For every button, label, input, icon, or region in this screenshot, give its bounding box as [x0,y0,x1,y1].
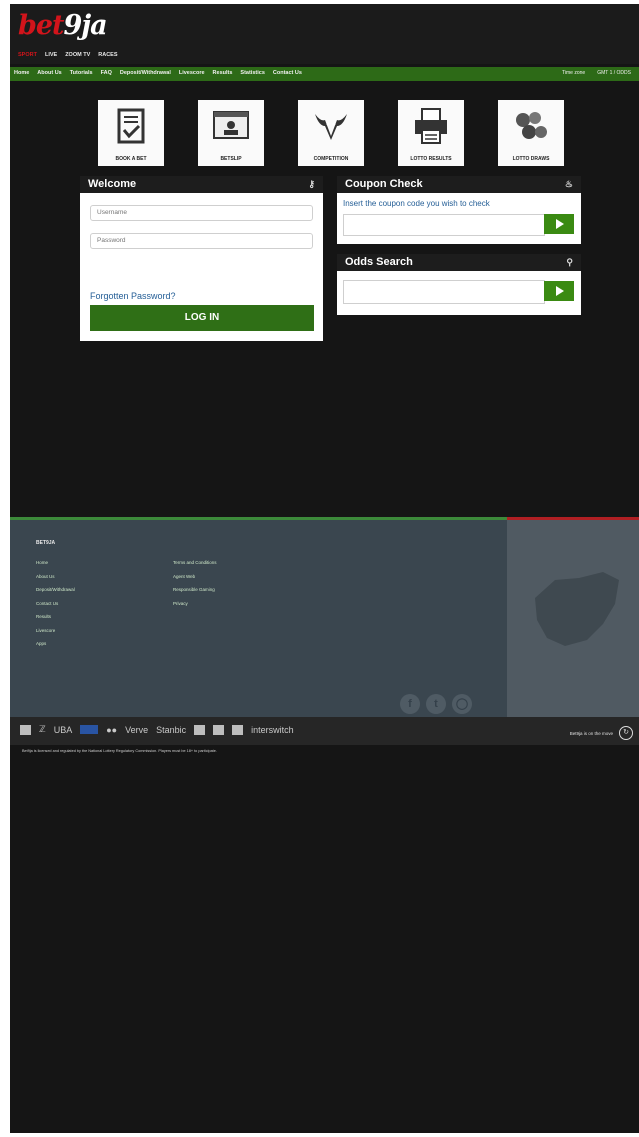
nigeria-map [507,520,639,717]
site-footer: BET9JA Home About Us Deposit/Withdrawal … [10,517,639,717]
footer-link[interactable]: Privacy [173,601,217,606]
forgot-password-link[interactable]: Forgotten Password? [90,291,176,301]
tile-lotto-results[interactable]: LOTTO RESULTS [398,100,464,166]
top-nav-live[interactable]: LIVE [45,52,57,58]
footer-divider-green [10,517,507,520]
quick-links: BOOK A BET BETSLIP COMPETITION LOTTO RES… [98,100,564,166]
odds-search-panel: Odds Search ⚲ [337,254,581,315]
password-field[interactable] [90,233,313,249]
footer-col-2: Terms and Conditions Agent Web Responsib… [173,560,217,606]
key-icon: ⚷ [308,179,315,189]
nigeria-map-icon [535,572,619,646]
odds-search-input[interactable] [343,280,545,304]
footer-link[interactable]: Livescore [36,628,75,633]
footer-col-1: Home About Us Deposit/Withdrawal Contact… [36,560,75,646]
top-nav-sport[interactable]: SPORT [18,52,37,58]
main-nav: Home About Us Tutorials FAQ Deposit/With… [10,67,639,81]
visa-logo [80,725,99,734]
coupon-code-input[interactable] [343,214,545,236]
footer-link[interactable]: Responsible Gaming [173,587,217,592]
footer-link[interactable]: Contact Us [36,601,75,606]
instagram-icon[interactable]: ◯ [452,694,472,714]
nav-deposit-withdrawal[interactable]: Deposit/Withdrawal [120,70,171,76]
payment-icons: ℤ UBA ●● Verve Stanbic interswitch [20,724,294,735]
login-panel-header: Welcome ⚷ [80,176,323,193]
footer-link[interactable]: Deposit/Withdrawal [36,587,75,592]
top-nav: SPORT LIVE ZOOM TV RACES [18,52,118,58]
login-button[interactable]: LOG IN [90,305,314,331]
nav-results[interactable]: Results [213,70,233,76]
nav-contact-us[interactable]: Contact Us [273,70,302,76]
tile-book-a-bet[interactable]: BOOK A BET [98,100,164,166]
footer-link[interactable]: Agent Web [173,574,217,579]
refresh-icon[interactable]: ↻ [619,726,633,740]
payment-methods-bar: ℤ UBA ●● Verve Stanbic interswitch Bet9j… [10,717,639,745]
facebook-icon[interactable]: f [400,694,420,714]
odds-search-header: Odds Search ⚲ [337,254,581,271]
uba-logo: UBA [53,724,73,735]
page-frame: bet9ja SPORT LIVE ZOOM TV RACES Home Abo… [10,4,639,1133]
lotto-balls-icon [516,112,547,139]
printer-icon [415,108,447,144]
coupon-go-button[interactable] [544,214,574,234]
coupon-icon: ♨ [564,179,573,189]
site-header: bet9ja SPORT LIVE ZOOM TV RACES [10,4,639,64]
coupon-check-panel: Coupon Check ♨ Insert the coupon code yo… [337,176,581,244]
verve-logo: Verve [125,724,149,735]
stanbic-logo: Stanbic [156,724,187,735]
account-icon [213,111,249,139]
footer-link[interactable]: Terms and Conditions [173,560,217,565]
nav-about-us[interactable]: About Us [37,70,61,76]
top-nav-zoom-tv[interactable]: ZOOM TV [65,52,90,58]
footer-link[interactable]: Home [36,560,75,565]
time-zone-label: Time zone [562,70,586,76]
coupon-check-header: Coupon Check ♨ [337,176,581,193]
top-nav-races[interactable]: RACES [98,52,117,58]
coupon-instruction: Insert the coupon code you wish to check [343,199,490,208]
footer-heading: BET9JA [36,540,56,546]
bank-card-icon [20,724,31,735]
tile-betslip[interactable]: BETSLIP [198,100,264,166]
bull-icon [315,114,347,140]
odds-search-button[interactable] [544,281,574,301]
clipboard-check-icon [117,108,145,144]
nav-faq[interactable]: FAQ [101,70,112,76]
social-links: f t ◯ [400,694,472,714]
interswitch-logo: interswitch [251,724,294,735]
payment-bar-right: Bet9ja is on the move ↻ [570,726,633,740]
odds-format-select[interactable]: GMT 1 / ODDS [597,70,631,76]
footer-link[interactable]: About Us [36,574,75,579]
username-field[interactable] [90,205,313,221]
twitter-icon[interactable]: t [426,694,446,714]
nav-home[interactable]: Home [14,70,29,76]
login-panel: Welcome ⚷ Forgotten Password? LOG IN [80,176,323,341]
card-icon-4 [232,724,244,735]
nav-tutorials[interactable]: Tutorials [70,70,93,76]
footer-link[interactable]: Results [36,614,75,619]
card-icon-3 [213,724,225,735]
legal-disclaimer: Bet9ja is licensed and regulated by the … [22,749,217,753]
footer-link[interactable]: Apps [36,641,75,646]
nav-statistics[interactable]: Statistics [240,70,264,76]
zenith-icon: ℤ [39,724,46,734]
nav-livescore[interactable]: Livescore [179,70,205,76]
mastercard-icon: ●● [106,724,118,735]
card-icon-2 [194,724,206,735]
empty-page-area [10,758,639,1133]
search-icon: ⚲ [566,257,573,267]
bet9ja-logo[interactable]: bet9ja [18,10,108,41]
tile-lotto-draws[interactable]: LOTTO DRAWS [498,100,564,166]
tile-competition[interactable]: COMPETITION [298,100,364,166]
